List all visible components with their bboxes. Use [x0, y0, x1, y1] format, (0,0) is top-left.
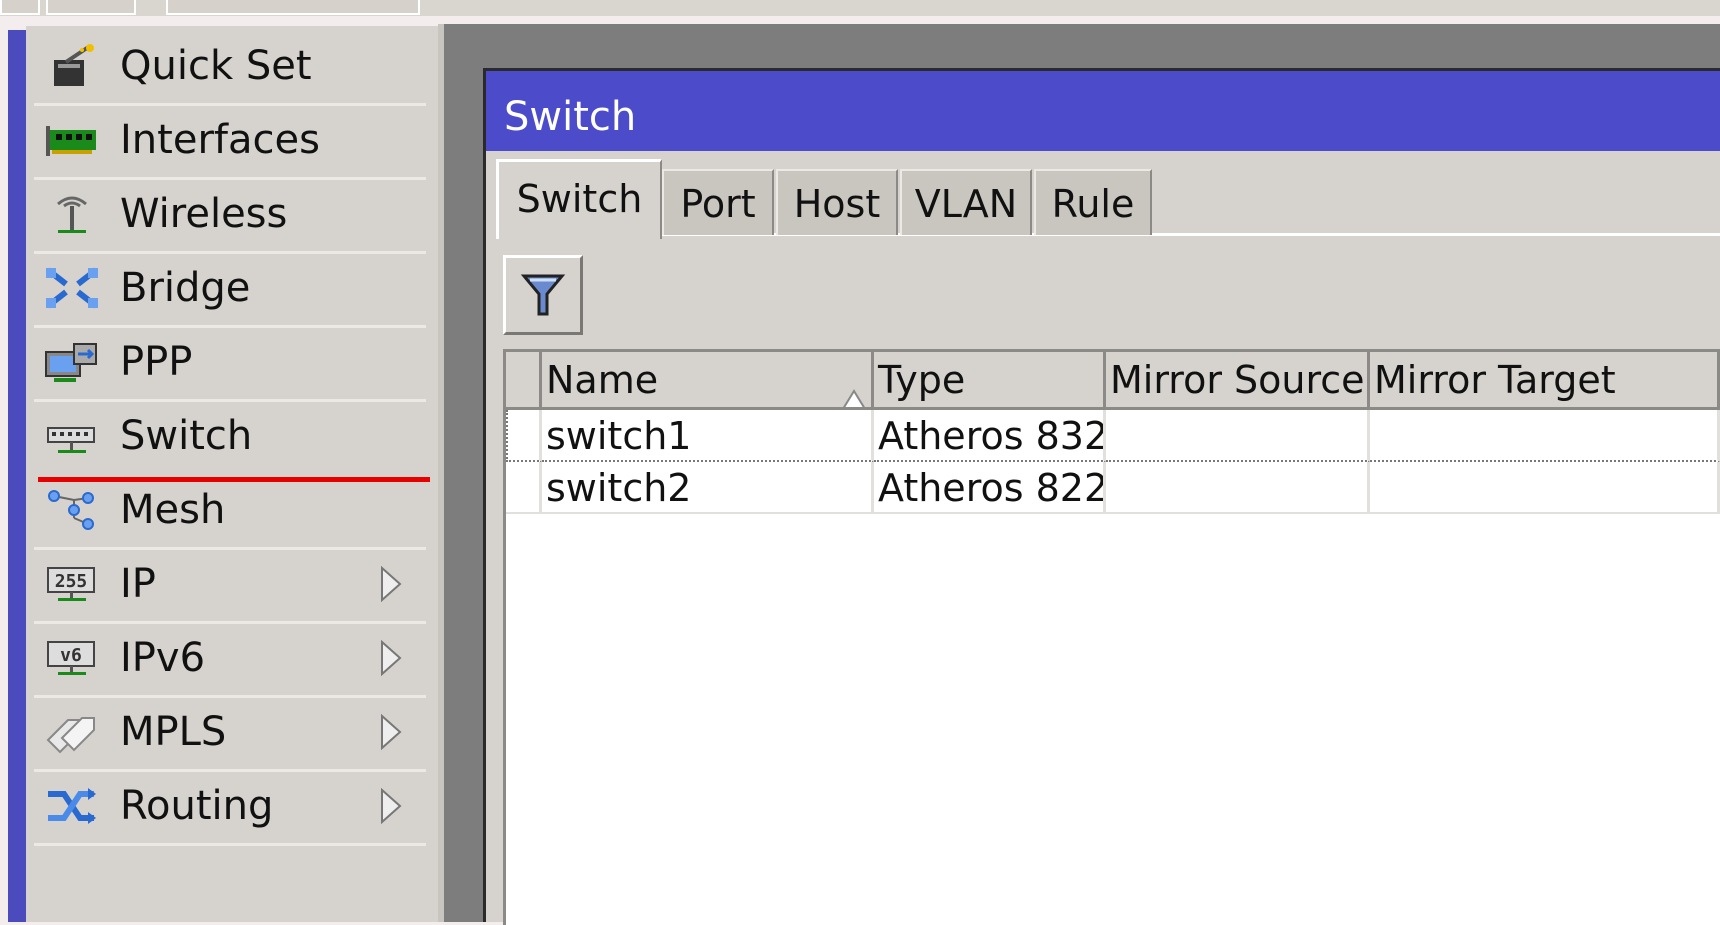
tab-host[interactable]: Host: [776, 169, 898, 235]
sidebar-item-label: Routing: [120, 783, 274, 829]
cell-name: switch1: [542, 410, 874, 462]
routing-icon: [44, 784, 100, 828]
column-header-mirror-source[interactable]: Mirror Source: [1106, 352, 1370, 410]
row-selector[interactable]: [506, 462, 542, 514]
sidebar-item-switch[interactable]: Switch: [34, 396, 430, 482]
sidebar-item-label: Mesh: [120, 487, 226, 533]
bridge-icon: [44, 266, 100, 310]
cell-type: Atheros 8227: [874, 462, 1106, 514]
sidebar-item-ppp[interactable]: PPP: [34, 322, 426, 402]
toolbar-button[interactable]: [0, 0, 40, 15]
row-selector-header: [506, 352, 542, 410]
sidebar-item-label: Bridge: [120, 265, 251, 311]
cell-mirror-source: [1106, 462, 1370, 514]
magic-wand-icon: [44, 44, 100, 88]
sidebar-item-bridge[interactable]: Bridge: [34, 248, 426, 328]
window-title: Switch: [504, 94, 637, 140]
sidebar-item-label: Switch: [120, 413, 253, 459]
row-selector[interactable]: [506, 410, 542, 462]
switch-icon: [44, 414, 100, 458]
sidebar-item-label: MPLS: [120, 709, 227, 755]
ip-icon: 255: [44, 562, 100, 606]
sidebar-item-label: PPP: [120, 339, 193, 385]
toolbar-field[interactable]: [166, 0, 420, 15]
side-stripe: [8, 30, 26, 922]
sidebar-item-label: IPv6: [120, 635, 206, 681]
column-header-type[interactable]: Type: [874, 352, 1106, 410]
sidebar-item-label: IP: [120, 561, 156, 607]
cell-mirror-target: [1370, 410, 1720, 462]
sidebar-item-ipv6[interactable]: v6 IPv6: [34, 618, 426, 698]
ipv6-icon: v6: [44, 636, 100, 680]
sidebar-item-mesh[interactable]: Mesh: [34, 470, 426, 550]
mesh-icon: [44, 488, 100, 532]
sidebar-menu: Quick Set Interfaces Wireless Bridge PPP…: [26, 26, 438, 922]
antenna-icon: [44, 192, 100, 236]
filter-button[interactable]: [503, 255, 583, 335]
tab-switch[interactable]: Switch: [496, 159, 662, 239]
sidebar-item-routing[interactable]: Routing: [34, 766, 426, 846]
sidebar-item-mpls[interactable]: MPLS: [34, 692, 426, 772]
tab-port[interactable]: Port: [662, 169, 774, 235]
sidebar-item-label: Quick Set: [120, 43, 312, 89]
tab-vlan[interactable]: VLAN: [900, 169, 1032, 235]
sort-ascending-icon: [841, 370, 867, 407]
toolbar-button[interactable]: [46, 0, 136, 15]
column-header-name[interactable]: Name: [542, 352, 874, 410]
sidebar-item-ip[interactable]: 255 IP: [34, 544, 426, 624]
chevron-right-icon: [378, 564, 404, 604]
cell-mirror-target: [1370, 462, 1720, 514]
cell-name: switch2: [542, 462, 874, 514]
switch-table: Name Type Mirror Source Mirror Target sw…: [503, 349, 1720, 925]
network-card-icon: [44, 118, 100, 162]
cell-mirror-source: [1106, 410, 1370, 462]
mpls-icon: [44, 710, 100, 754]
svg-text:255: 255: [55, 571, 88, 592]
top-toolbar: [0, 0, 1720, 16]
ppp-icon: [44, 340, 100, 384]
chevron-right-icon: [378, 638, 404, 678]
sidebar-item-label: Interfaces: [120, 117, 320, 163]
switch-window: Switch Switch Port Host VLAN Rule Name T…: [483, 68, 1720, 925]
sidebar-item-wireless[interactable]: Wireless: [34, 174, 426, 254]
sidebar-item-interfaces[interactable]: Interfaces: [34, 100, 426, 180]
sidebar-item-label: Wireless: [120, 191, 288, 237]
tab-bar: Switch Port Host VLAN Rule: [496, 159, 1720, 239]
chevron-right-icon: [378, 786, 404, 826]
window-titlebar[interactable]: Switch: [486, 71, 1720, 151]
chevron-right-icon: [378, 712, 404, 752]
cell-type: Atheros 8327: [874, 410, 1106, 462]
svg-text:v6: v6: [60, 645, 82, 666]
sidebar-item-quick-set[interactable]: Quick Set: [34, 26, 426, 106]
tab-rule[interactable]: Rule: [1034, 169, 1152, 235]
column-header-mirror-target[interactable]: Mirror Target: [1370, 352, 1720, 410]
